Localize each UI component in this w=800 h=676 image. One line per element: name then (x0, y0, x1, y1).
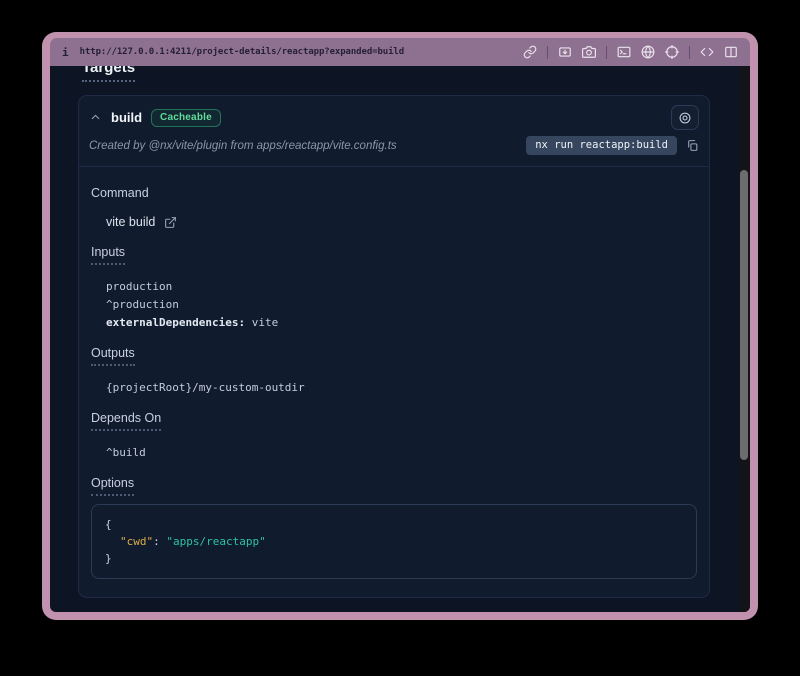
url-text[interactable]: http://127.0.0.1:4211/project-details/re… (80, 47, 404, 57)
output-item: {projectRoot}/my-custom-outdir (106, 379, 697, 397)
options-section-label: Options (91, 475, 697, 496)
code-icon[interactable] (700, 45, 714, 59)
input-item: ^production (106, 296, 697, 314)
page-title: Targets (82, 66, 710, 82)
chevron-up-icon[interactable] (89, 111, 102, 124)
page-title-text: Targets (82, 66, 135, 82)
info-icon: i (62, 46, 69, 59)
copy-icon (686, 139, 699, 152)
inputs-section-label: Inputs (91, 244, 697, 265)
input-key: externalDependencies: (106, 316, 245, 329)
command-section-label: Command (91, 185, 697, 201)
toolbar-icons (523, 45, 738, 59)
build-card-subheader: Created by @nx/vite/plugin from apps/rea… (79, 133, 709, 167)
external-link-icon (164, 216, 177, 229)
inputs-list: production ^production externalDependenc… (106, 278, 697, 332)
scrollbar-track[interactable] (738, 66, 750, 612)
depends-on-item: ^build (106, 444, 697, 462)
outputs-list: {projectRoot}/my-custom-outdir (106, 379, 697, 397)
target-card-build: build Cacheable Created by @nx/vite/plug… (78, 95, 710, 598)
terminal-icon[interactable] (617, 45, 631, 59)
crosshair-icon[interactable] (665, 45, 679, 59)
desktop-background: i http://127.0.0.1:4211/project-details/… (0, 0, 800, 676)
toolbar-divider (689, 46, 690, 59)
json-property-line: "cwd": "apps/reactapp" (105, 533, 683, 550)
json-open-brace: { (105, 516, 683, 533)
input-item: externalDependencies: vite (106, 314, 697, 332)
copy-command-button[interactable] (686, 139, 699, 152)
eye-icon (678, 111, 692, 125)
run-command-chip: nx run reactapp:build (526, 136, 677, 155)
open-config-link[interactable] (164, 216, 177, 229)
depends-on-section-label: Depends On (91, 410, 697, 431)
outputs-section-label: Outputs (91, 345, 697, 366)
camera-icon[interactable] (582, 45, 596, 59)
scrollbar-thumb[interactable] (740, 170, 748, 460)
json-close-brace: } (105, 550, 683, 567)
toolbar-divider (606, 46, 607, 59)
input-key-value: vite (245, 316, 278, 329)
split-view-icon[interactable] (724, 45, 738, 59)
command-value-row: vite build (106, 214, 697, 230)
globe-icon[interactable] (641, 45, 655, 59)
json-string-value: "apps/reactapp" (166, 535, 265, 548)
build-card-header[interactable]: build Cacheable (79, 96, 709, 133)
browser-window: i http://127.0.0.1:4211/project-details/… (42, 32, 758, 620)
browser-toolbar: i http://127.0.0.1:4211/project-details/… (50, 38, 750, 66)
json-colon: : (153, 535, 166, 548)
build-card-body: Command vite build Inputs production ^pr… (79, 167, 709, 597)
options-json-block: { "cwd": "apps/reactapp" } (91, 504, 697, 579)
toolbar-divider (547, 46, 548, 59)
created-by-text: Created by @nx/vite/plugin from apps/rea… (89, 140, 397, 152)
save-frame-icon[interactable] (558, 45, 572, 59)
depends-on-list: ^build (106, 444, 697, 462)
input-item: production (106, 278, 697, 296)
project-details-page: Targets build Cacheable Create (50, 66, 750, 612)
command-value: vite build (106, 214, 155, 230)
view-target-button[interactable] (671, 105, 699, 130)
cacheable-badge: Cacheable (151, 109, 221, 127)
link-icon[interactable] (523, 45, 537, 59)
browser-viewport: Targets build Cacheable Create (50, 66, 750, 612)
target-name: build (111, 110, 142, 125)
json-key: "cwd" (120, 535, 153, 548)
